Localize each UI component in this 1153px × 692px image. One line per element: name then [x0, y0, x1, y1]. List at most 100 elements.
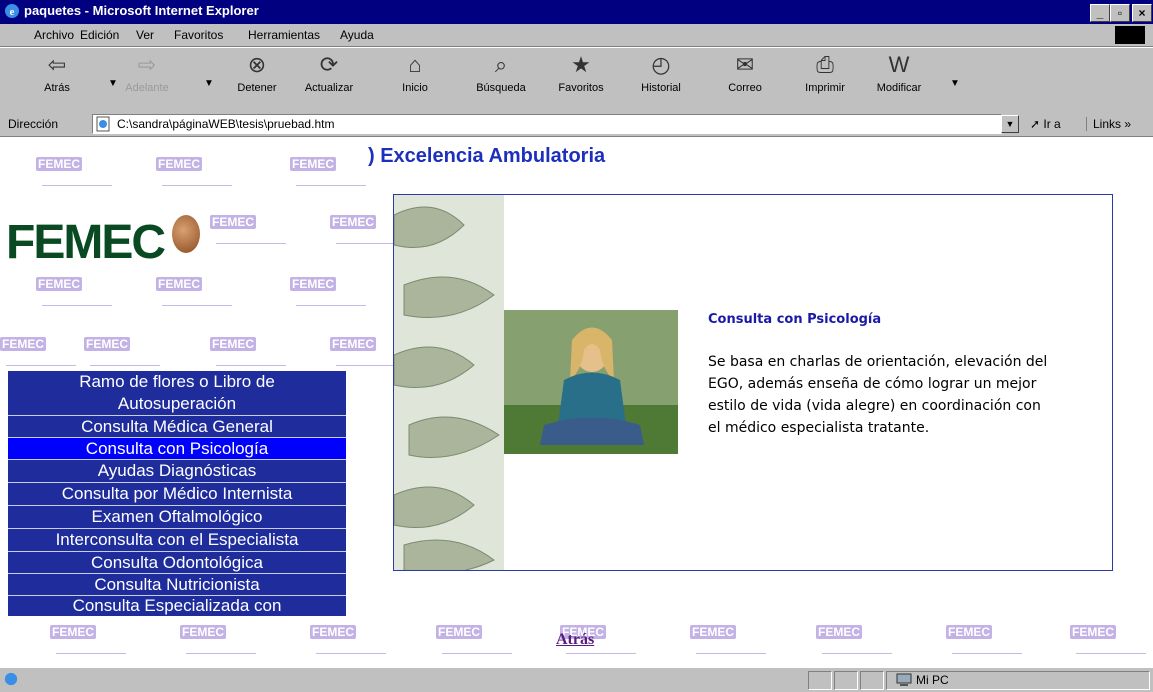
femec-watermark-tile: FEMEC	[180, 625, 226, 639]
nav-item-ramo-cont[interactable]: Autosuperación	[8, 393, 346, 416]
search-button[interactable]: ⌕ Búsqueda	[470, 52, 532, 108]
windows-logo-icon	[1115, 26, 1145, 44]
page-status-icon	[4, 672, 18, 686]
forward-button[interactable]: ⇨ Adelante	[116, 52, 178, 108]
watermark-underline	[216, 243, 286, 244]
nav-item-internista[interactable]: Consulta por Médico Internista	[8, 483, 346, 506]
nav-item-odontologica[interactable]: Consulta Odontológica	[8, 552, 346, 574]
minimize-button[interactable]: _	[1090, 4, 1110, 22]
favorites-button[interactable]: ★ Favoritos	[550, 52, 612, 108]
watermark-underline	[296, 305, 366, 306]
back-arrow-icon: ⇦	[47, 52, 67, 77]
edit-dropdown-icon[interactable]: ▼	[950, 78, 960, 89]
address-label: Dirección	[8, 117, 59, 131]
watermark-underline	[186, 653, 256, 654]
femec-watermark-tile: FEMEC	[0, 337, 46, 351]
refresh-icon: ⟳	[319, 52, 339, 77]
watermark-underline	[42, 305, 112, 306]
watermark-underline	[316, 653, 386, 654]
print-button[interactable]: ⎙ Imprimir	[794, 52, 856, 108]
watermark-underline	[952, 653, 1022, 654]
watermark-underline	[216, 365, 286, 366]
nav-item-oftalmologico[interactable]: Examen Oftalmológico	[8, 506, 346, 529]
menu-ayuda[interactable]: Ayuda	[340, 28, 374, 42]
forward-dropdown-icon[interactable]: ▼	[204, 78, 214, 89]
girl-photo	[504, 310, 678, 454]
print-icon: ⎙	[816, 52, 834, 77]
femec-logo: FEMEC	[6, 216, 166, 269]
femec-watermark-tile: FEMEC	[310, 625, 356, 639]
title-bar: e paquetes - Microsoft Internet Explorer…	[0, 0, 1153, 24]
panel-title: Consulta con Psicología	[708, 312, 882, 327]
femec-watermark-tile: FEMEC	[210, 337, 256, 351]
nav-item-ayudas[interactable]: Ayudas Diagnósticas	[8, 460, 346, 483]
logo-emblem-icon	[172, 215, 200, 253]
watermark-underline	[56, 653, 126, 654]
nav-item-ramo[interactable]: Ramo de flores o Libro de	[8, 371, 346, 393]
address-dropdown-icon[interactable]: ▼	[1001, 115, 1019, 133]
home-button[interactable]: ⌂ Inicio	[384, 52, 446, 108]
watermark-underline	[162, 185, 232, 186]
femec-watermark-tile: FEMEC	[946, 625, 992, 639]
watermark-underline	[42, 185, 112, 186]
watermark-underline	[442, 653, 512, 654]
nav-item-medica-general[interactable]: Consulta Médica General	[8, 416, 346, 438]
nav-item-especializada[interactable]: Consulta Especializada con	[8, 596, 346, 616]
mail-button[interactable]: ✉ Correo	[714, 52, 776, 108]
femec-watermark-tile: FEMEC	[1070, 625, 1116, 639]
page-viewport: FEMEC FEMEC FEMEC FEMEC FEMEC FEMEC FEMEC FEMEC…	[0, 137, 1153, 667]
back-button[interactable]: ⇦ Atrás	[26, 52, 88, 108]
nav-item-nutricionista[interactable]: Consulta Nutricionista	[8, 574, 346, 596]
femec-watermark-tile: FEMEC	[210, 215, 256, 229]
maximize-button[interactable]: ▫	[1110, 4, 1130, 22]
watermark-underline	[566, 653, 636, 654]
history-button[interactable]: ◴ Historial	[630, 52, 692, 108]
forward-arrow-icon: ⇨	[137, 52, 157, 77]
femec-watermark-tile: FEMEC	[156, 157, 202, 171]
close-button[interactable]: ×	[1132, 4, 1152, 22]
nav-item-interconsulta[interactable]: Interconsulta con el Especialista	[8, 529, 346, 552]
word-icon: W	[888, 52, 910, 77]
ie-icon: e	[5, 4, 19, 18]
page-icon	[96, 116, 110, 132]
stop-button[interactable]: ⊗ Detener	[226, 52, 288, 108]
femec-watermark-tile: FEMEC	[36, 157, 82, 171]
toolbar: ⇦ Atrás ▼ ⇨ Adelante ▼ ⊗ Detener ⟳ Actualiza…	[0, 47, 1153, 112]
back-link[interactable]: Atrás	[556, 631, 594, 649]
watermark-underline	[6, 365, 76, 366]
address-url: C:\sandra\páginaWEB\tesis\pruebad.htm	[117, 117, 335, 131]
links-button[interactable]: Links »	[1086, 117, 1131, 131]
favorites-icon: ★	[571, 52, 591, 77]
address-input[interactable]: C:\sandra\páginaWEB\tesis\pruebad.htm	[92, 114, 1002, 134]
femec-watermark-tile: FEMEC	[436, 625, 482, 639]
leaf-pattern-strip	[394, 195, 504, 570]
femec-watermark-tile: FEMEC	[330, 215, 376, 229]
edit-button[interactable]: W Modificar	[868, 52, 930, 108]
watermark-underline	[162, 305, 232, 306]
nav-item-psicologia[interactable]: Consulta con Psicología	[8, 438, 346, 460]
menu-herramientas[interactable]: Herramientas	[248, 28, 320, 42]
status-pane-3	[860, 671, 884, 690]
watermark-underline	[296, 185, 366, 186]
watermark-underline	[822, 653, 892, 654]
go-button[interactable]: ➚ Ir a	[1030, 117, 1061, 131]
home-icon: ⌂	[408, 52, 422, 77]
watermark-underline	[696, 653, 766, 654]
status-pane-2	[834, 671, 858, 690]
menu-archivo[interactable]: Archivo	[34, 28, 74, 42]
menu-favoritos[interactable]: Favoritos	[174, 28, 223, 42]
femec-watermark-tile: FEMEC	[330, 337, 376, 351]
search-icon: ⌕	[494, 52, 508, 77]
watermark-underline	[1076, 653, 1146, 654]
history-icon: ◴	[651, 52, 671, 77]
stop-icon: ⊗	[247, 52, 267, 77]
menu-ver[interactable]: Ver	[136, 28, 154, 42]
mail-icon: ✉	[735, 52, 755, 77]
menu-bar: Archivo Edición Ver Favoritos Herramient…	[0, 24, 1153, 47]
menu-edicion[interactable]: Edición	[80, 28, 119, 42]
femec-watermark-tile: FEMEC	[816, 625, 862, 639]
page-heading: ) Excelencia Ambulatoria	[368, 145, 606, 167]
nav-menu: Ramo de flores o Libro de Autosuperación…	[8, 371, 346, 616]
refresh-button[interactable]: ⟳ Actualizar	[298, 52, 360, 108]
femec-watermark-tile: FEMEC	[290, 157, 336, 171]
